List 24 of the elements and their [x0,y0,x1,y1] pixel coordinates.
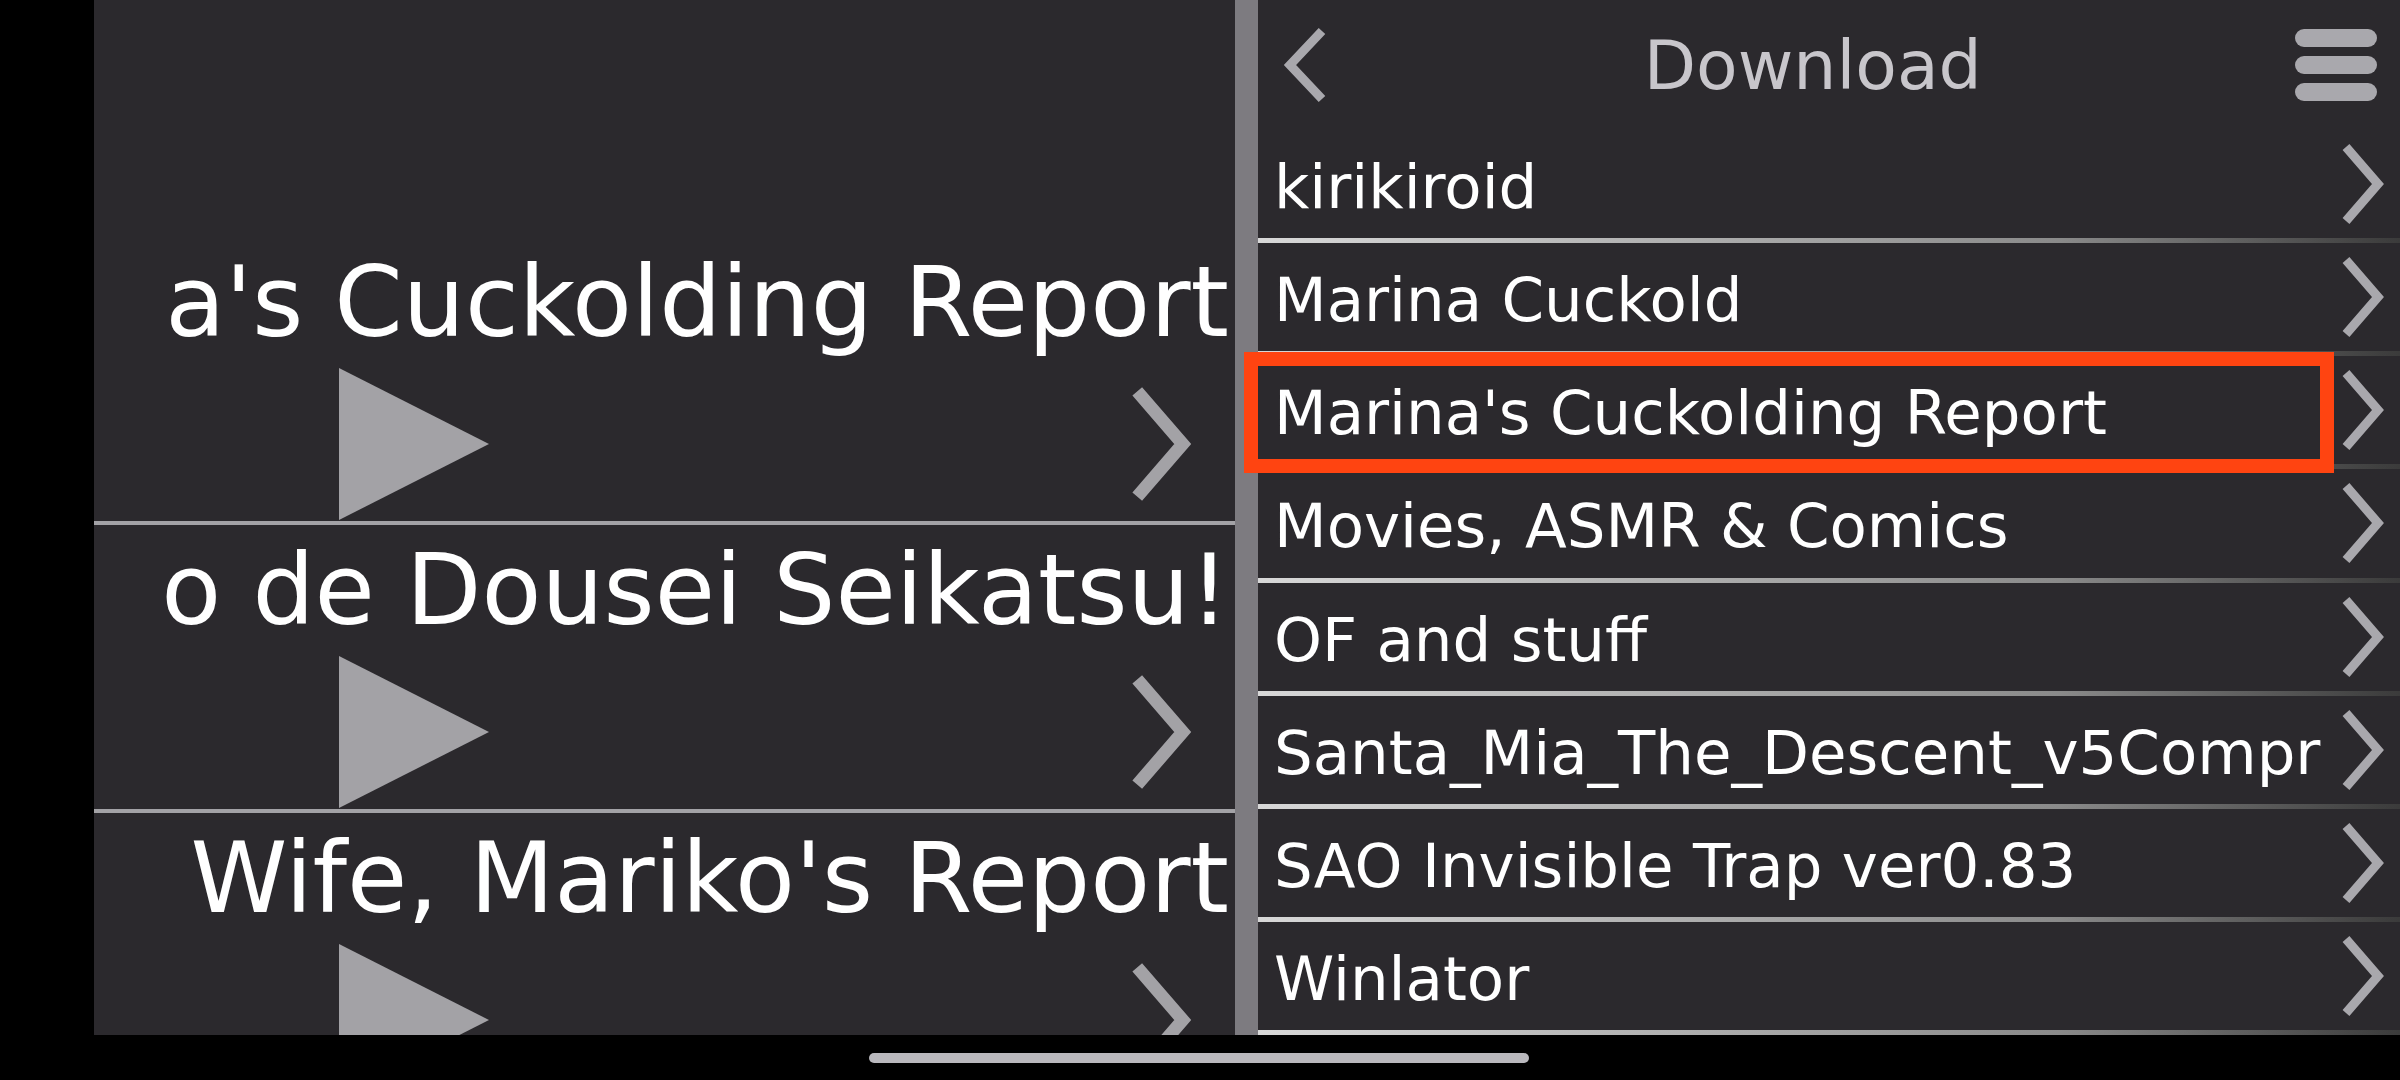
folder-name: Winlator [1273,941,1531,1016]
menu-icon[interactable] [2295,29,2378,101]
folder-name: Marina Cuckold [1273,263,1744,338]
folder-name: kirikiroid [1273,150,1539,225]
folder-name: Santa_Mia_The_Descent_v5Compr [1273,715,2322,790]
list-row[interactable]: a's Cuckolding Report [94,237,1235,525]
row-title: o de Dousei Seikatsu! [161,532,1230,649]
folder-item[interactable]: Winlator [1258,921,2400,1035]
folder-item[interactable]: Marina Cuckold [1258,243,2400,357]
folder-name: Movies, ASMR & Comics [1273,489,2010,564]
folder-name: OF and stuff [1273,602,1650,677]
play-icon[interactable] [339,368,489,520]
header-title: Download [1643,25,1982,105]
row-title: Wife, Mariko's Report [190,820,1230,937]
folder-item[interactable]: OF and stuff [1258,582,2400,696]
folder-item[interactable]: SAO Invisible Trap ver0.83 [1258,808,2400,922]
list-row[interactable]: o de Dousei Seikatsu! [94,525,1235,813]
folder-name: SAO Invisible Trap ver0.83 [1273,828,2078,903]
play-icon[interactable] [339,656,489,808]
folder-item[interactable]: Movies, ASMR & Comics [1258,469,2400,583]
row-title: a's Cuckolding Report [165,244,1230,361]
folder-item[interactable]: Santa_Mia_The_Descent_v5Compr [1258,695,2400,809]
folder-item[interactable]: kirikiroid [1258,130,2400,244]
home-indicator[interactable] [869,1052,1529,1063]
